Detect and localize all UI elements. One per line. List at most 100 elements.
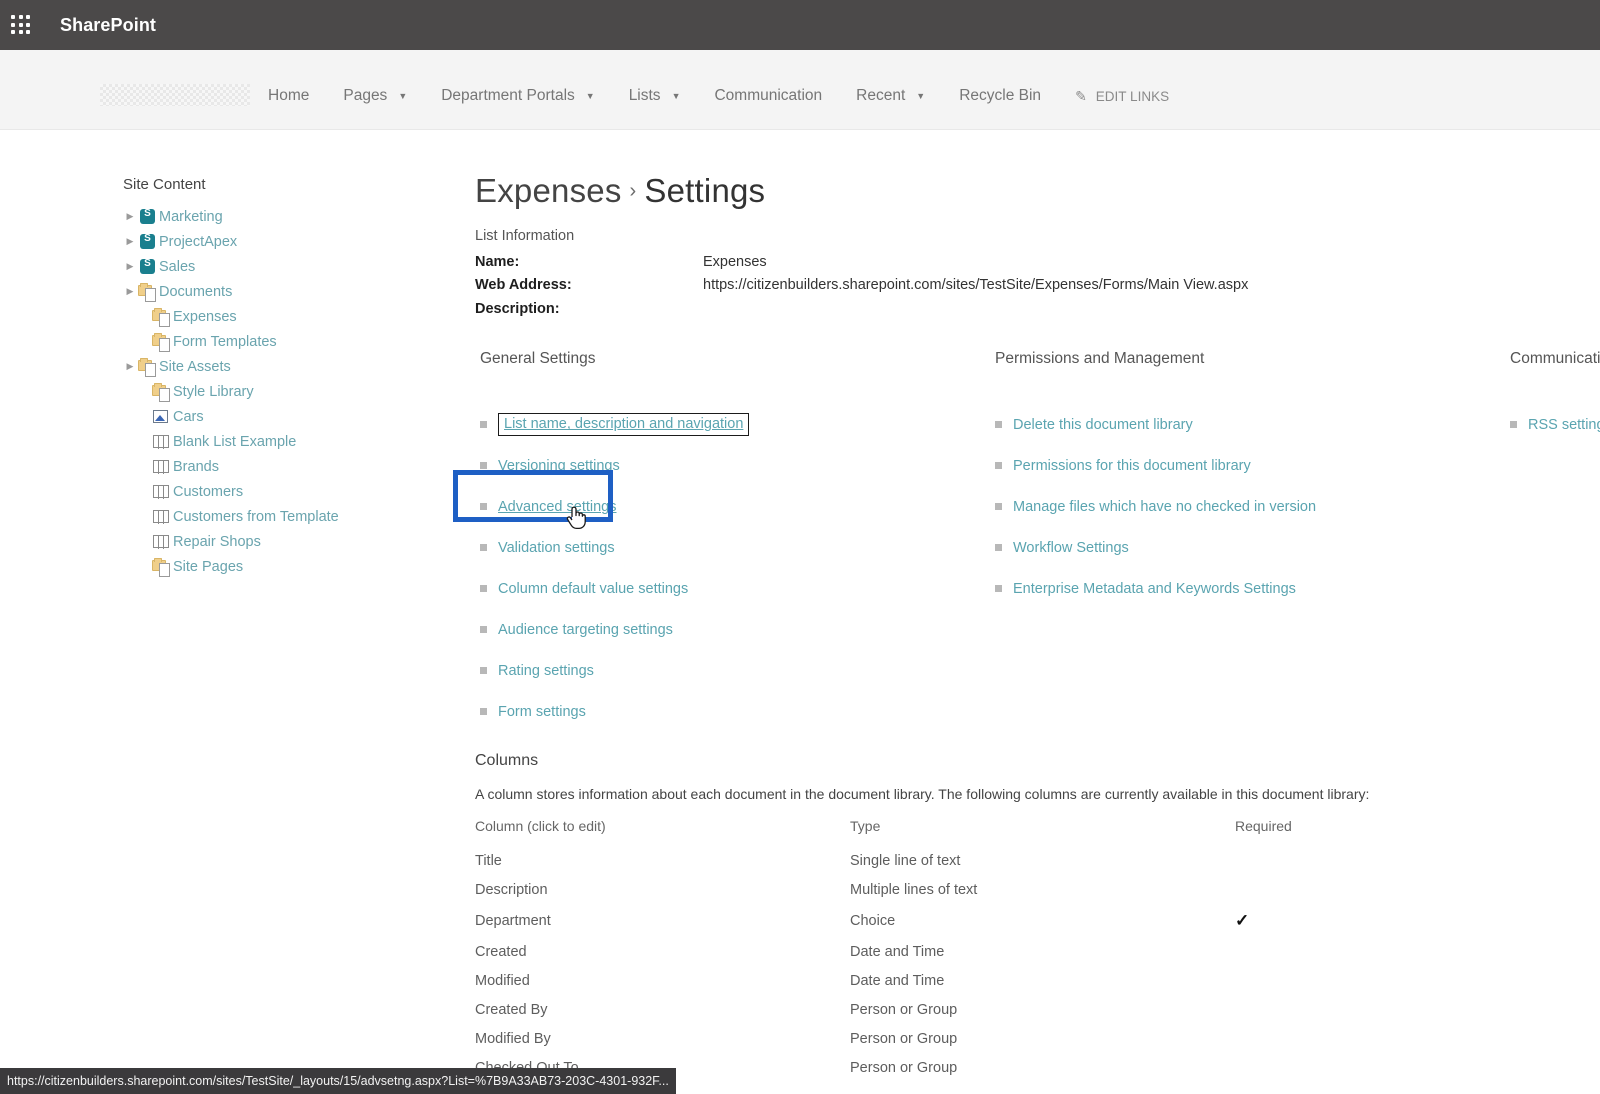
nav-item-label: Recent — [856, 87, 906, 104]
link-validation-settings[interactable]: Validation settings — [498, 540, 615, 556]
link-permissions-for-this-document-library[interactable]: Permissions for this document library — [1013, 458, 1251, 474]
nav-item-recycle-bin[interactable]: Recycle Bin — [959, 87, 1041, 105]
chevron-down-icon[interactable]: ▼ — [398, 91, 407, 101]
link-list-name-description-and-navigation[interactable]: List name, description and navigation — [504, 416, 743, 432]
table-row: Title Single line of text — [475, 847, 1475, 876]
tree-item-form-templates[interactable]: ▶Form Templates — [123, 330, 453, 353]
bullet-icon — [480, 585, 487, 593]
picture-library-icon — [151, 408, 171, 426]
tree-item-repair-shops[interactable]: ▶Repair Shops — [123, 530, 453, 553]
tree-item-brands[interactable]: ▶Brands — [123, 455, 453, 478]
main-content: Expenses › Settings List Information Name:… — [453, 172, 1600, 1083]
column-name-cell[interactable]: Modified — [475, 967, 850, 996]
list-icon — [151, 433, 171, 451]
link-delete-this-document-library[interactable]: Delete this document library — [1013, 417, 1193, 433]
nav-item-label: Communication — [714, 87, 823, 104]
nav-item-recent[interactable]: Recent ▼ — [856, 87, 925, 105]
top-navigation-bar: Home Pages ▼ Department Portals ▼ Lists … — [0, 50, 1600, 130]
tree-item-blank-list-example[interactable]: ▶Blank List Example — [123, 430, 453, 453]
tree-item-customers-from-template[interactable]: ▶Customers from Template — [123, 505, 453, 528]
edit-links-button[interactable]: ✎ EDIT LINKS — [1075, 88, 1169, 105]
edit-links-label: EDIT LINKS — [1095, 88, 1170, 104]
sharepoint-site-icon — [137, 208, 157, 226]
page-root: SharePoint Home Pages ▼ Department Porta… — [0, 0, 1600, 1094]
nav-item-department-portals[interactable]: Department Portals ▼ — [441, 87, 594, 105]
link-advanced-settings[interactable]: Advanced settings — [498, 499, 617, 515]
expand-triangle-icon[interactable]: ▶ — [123, 287, 137, 296]
tree-item-label: Documents — [159, 283, 233, 300]
suite-brand[interactable]: SharePoint — [60, 15, 156, 36]
tree-item-style-library[interactable]: ▶Style Library — [123, 380, 453, 403]
chevron-down-icon[interactable]: ▼ — [672, 91, 681, 101]
tree-item-sales[interactable]: ▶ Sales — [123, 255, 453, 278]
bullet-icon — [480, 667, 487, 675]
link-row-column-default-value-settings: Column default value settings — [480, 568, 910, 609]
chevron-down-icon[interactable]: ▼ — [586, 91, 595, 101]
tree-item-cars[interactable]: ▶Cars — [123, 405, 453, 428]
column-name-cell[interactable]: Created By — [475, 996, 850, 1025]
nav-item-home[interactable]: Home — [268, 87, 309, 105]
columns-section-description: A column stores information about each d… — [475, 786, 1370, 803]
expand-triangle-icon[interactable]: ▶ — [123, 237, 137, 246]
nav-item-pages[interactable]: Pages ▼ — [343, 87, 407, 105]
link-row-advanced-settings: Advanced settings — [453, 470, 910, 530]
bullet-icon — [480, 626, 487, 634]
bullet-icon — [995, 421, 1002, 429]
tree-item-marketing[interactable]: ▶ Marketing — [123, 205, 453, 228]
breadcrumb-list-link[interactable]: Expenses — [475, 172, 622, 209]
info-key: Name: — [475, 253, 520, 270]
tree-item-label: Blank List Example — [173, 433, 297, 450]
list-icon — [151, 458, 171, 476]
column-name-cell[interactable]: Department — [475, 905, 850, 938]
app-launcher-waffle-icon[interactable] — [10, 14, 32, 36]
column-type-cell: Choice — [850, 913, 896, 930]
nav-item-lists[interactable]: Lists ▼ — [629, 87, 681, 105]
column-name-cell[interactable]: Created — [475, 938, 850, 967]
column-required-cell — [1235, 996, 1475, 1025]
column-required-cell — [1235, 938, 1475, 967]
tree-item-label: Style Library — [173, 383, 254, 400]
communications-heading: Communications — [1510, 350, 1600, 368]
table-row: Modified Date and Time — [475, 967, 1475, 996]
list-information-table: Name: Expenses Web Address: https://citi… — [475, 254, 1600, 325]
suite-bar: SharePoint — [0, 0, 1600, 50]
link-row-rating-settings: Rating settings — [480, 650, 910, 691]
chevron-down-icon[interactable]: ▼ — [916, 91, 925, 101]
table-header-row: Column (click to edit) Type Required — [475, 818, 1475, 847]
column-name-cell[interactable]: Title — [475, 847, 850, 876]
link-versioning-settings[interactable]: Versioning settings — [498, 458, 620, 474]
columns-section-title: Columns — [475, 752, 539, 770]
tree-item-customers[interactable]: ▶Customers — [123, 480, 453, 503]
list-icon — [151, 533, 171, 551]
tree-item-label: Repair Shops — [173, 533, 261, 550]
column-name-cell[interactable]: Description — [475, 876, 850, 905]
link-rating-settings[interactable]: Rating settings — [498, 663, 594, 679]
column-name-cell[interactable]: Modified By — [475, 1025, 850, 1054]
tree-item-expenses[interactable]: ▶Expenses — [123, 305, 453, 328]
tree-item-label: Brands — [173, 458, 219, 475]
link-audience-targeting-settings[interactable]: Audience targeting settings — [498, 622, 673, 638]
link-enterprise-metadata-and-keywords-settings[interactable]: Enterprise Metadata and Keywords Setting… — [1013, 581, 1296, 597]
tree-item-site-pages[interactable]: ▶Site Pages — [123, 555, 453, 578]
focus-outline: List name, description and navigation — [498, 413, 750, 437]
expand-triangle-icon[interactable]: ▶ — [123, 362, 137, 371]
link-form-settings[interactable]: Form settings — [498, 704, 586, 720]
tree-item-label: Sales — [159, 258, 196, 275]
bullet-icon — [995, 585, 1002, 593]
expand-triangle-icon[interactable]: ▶ — [123, 212, 137, 221]
nav-item-communication[interactable]: Communication — [714, 87, 822, 105]
link-manage-files-which-have-no-checked-in-version[interactable]: Manage files which have no checked in ve… — [1013, 499, 1316, 515]
nav-item-label: Department Portals — [441, 87, 575, 104]
document-library-icon — [151, 382, 171, 402]
expand-triangle-icon[interactable]: ▶ — [123, 262, 137, 271]
link-workflow-settings[interactable]: Workflow Settings — [1013, 540, 1129, 556]
tree-item-documents[interactable]: ▶ Documents — [123, 280, 453, 303]
tree-item-projectapex[interactable]: ▶ ProjectApex — [123, 230, 453, 253]
link-rss-settings[interactable]: RSS settings — [1528, 417, 1600, 433]
browser-status-bar: https://citizenbuilders.sharepoint.com/s… — [0, 1068, 676, 1094]
link-column-default-value-settings[interactable]: Column default value settings — [498, 581, 688, 597]
tree-item-label: Site Pages — [173, 558, 244, 575]
site-logo-placeholder — [100, 84, 250, 106]
tree-item-label: Customers — [173, 483, 244, 500]
tree-item-site-assets[interactable]: ▶ Site Assets — [123, 355, 453, 378]
